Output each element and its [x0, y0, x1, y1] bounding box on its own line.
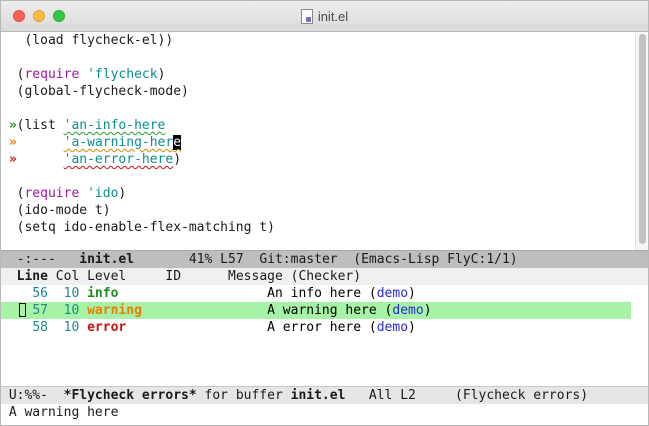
- code-line: (require 'ido): [16, 186, 127, 201]
- error-col: 10: [63, 320, 80, 335]
- major-mode: (Emacs-Lisp FlyC:1/1): [353, 252, 518, 267]
- echo-area: A warning here: [1, 404, 119, 421]
- buffer-name: *Flycheck errors*: [63, 388, 197, 403]
- column-header-col[interactable]: Col: [56, 269, 79, 284]
- error-col: 10: [63, 286, 80, 301]
- hollow-cursor: [19, 303, 26, 317]
- column-header-level[interactable]: Level: [87, 269, 126, 284]
- for-buffer-label: for buffer: [204, 388, 283, 403]
- code-text: list: [24, 118, 56, 133]
- error-row-selected[interactable]: 57 10 warning A warning here (demo): [1, 302, 631, 319]
- code-line: (load flycheck-el)): [1, 32, 173, 49]
- buffer-state: -:---: [16, 252, 56, 267]
- code-line: (setq ido-enable-flex-matching t): [1, 219, 275, 236]
- code-line: 'an-error-here): [63, 152, 182, 167]
- error-level: info: [87, 286, 119, 301]
- error-line: 56: [32, 286, 48, 301]
- emacs-window: init.el (load flycheck-el)) (require 'fl…: [0, 0, 649, 426]
- buffer-position: All L2: [368, 388, 416, 403]
- code-text: (global-flycheck-mode): [16, 84, 189, 99]
- checker-link[interactable]: demo: [392, 303, 423, 318]
- keyword-require: require: [24, 67, 80, 82]
- error-row[interactable]: 56 10 info An info here (demo): [1, 285, 631, 302]
- error-message: A error here: [267, 320, 362, 335]
- vertical-scrollbar[interactable]: [635, 32, 648, 250]
- quoted-symbol: 'flycheck: [87, 67, 158, 82]
- code-line: (ido-mode t): [1, 202, 111, 219]
- error-col: 10: [63, 303, 80, 318]
- error-highlight: 'an-error-here: [63, 152, 174, 167]
- warning-highlight: 'a-warning-her: [63, 135, 174, 150]
- quoted-symbol: 'ido: [87, 186, 119, 201]
- mode-line: -:--- init.el 41% L57 Git:master (Emacs-…: [1, 250, 648, 269]
- column-header-line[interactable]: Line: [17, 269, 48, 284]
- checker-link[interactable]: demo: [377, 286, 408, 301]
- window-title-text: init.el: [317, 8, 349, 24]
- document-icon: [300, 8, 313, 24]
- errors-mode-line: U:%%- *Flycheck errors* for buffer init.…: [1, 386, 648, 404]
- vc-branch: Git:master: [259, 252, 338, 267]
- code-text: (ido-mode t): [16, 203, 111, 218]
- code-line: (global-flycheck-mode): [1, 83, 189, 100]
- target-buffer: init.el: [290, 388, 346, 403]
- error-line: 58: [32, 320, 48, 335]
- error-message: An info here: [267, 286, 362, 301]
- column-header-id[interactable]: ID: [165, 269, 181, 284]
- buffer-state: U:%%-: [8, 388, 48, 403]
- error-list-header: Line Col Level ID Message (Checker): [1, 268, 648, 285]
- error-level: error: [87, 320, 127, 335]
- window-title: init.el: [1, 1, 648, 31]
- error-row[interactable]: 58 10 error A error here (demo): [1, 319, 631, 336]
- info-highlight: 'an-info-here: [63, 118, 166, 133]
- buffer-name: init.el: [79, 252, 135, 267]
- text-cursor: e: [173, 135, 182, 150]
- error-message: A warning here: [267, 303, 377, 318]
- code-line: (require 'flycheck): [16, 67, 166, 82]
- error-line: 57: [32, 303, 48, 318]
- echo-message: A warning here: [8, 405, 119, 420]
- major-mode: (Flycheck errors): [455, 388, 589, 403]
- checker-link[interactable]: demo: [377, 320, 408, 335]
- error-level: warning: [87, 303, 142, 318]
- keyword-require: require: [24, 186, 80, 201]
- code-line: (list 'an-info-here: [16, 118, 166, 133]
- title-bar: init.el: [1, 1, 648, 32]
- scrollbar-thumb[interactable]: [639, 34, 646, 244]
- code-text: (load flycheck-el)): [24, 33, 174, 48]
- column-header-message[interactable]: Message (Checker): [228, 269, 361, 284]
- buffer-position: 41% L57: [188, 252, 244, 267]
- code-line: 'a-warning-here: [1, 134, 182, 151]
- code-text: (setq ido-enable-flex-matching t): [16, 220, 275, 235]
